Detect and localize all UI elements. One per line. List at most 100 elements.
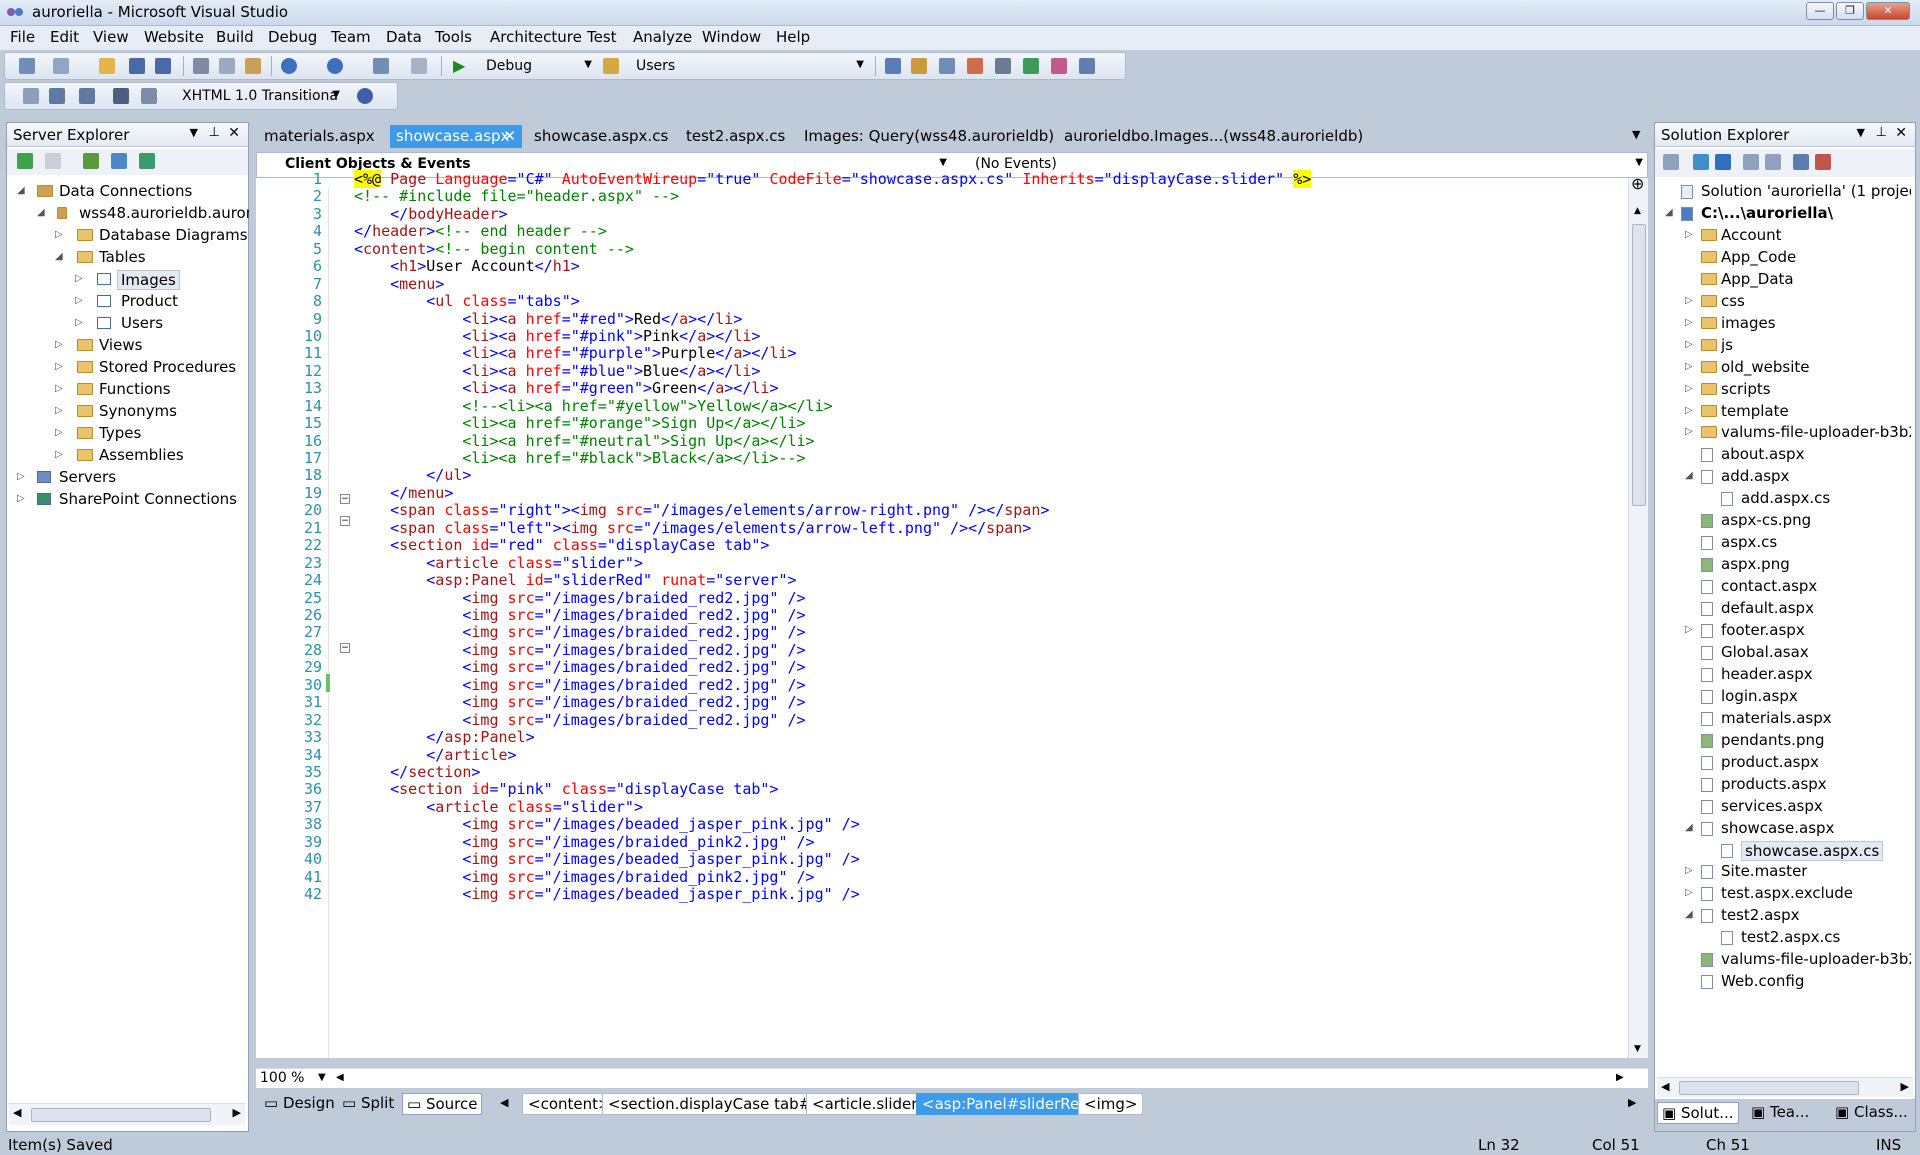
zoom-dropdown-icon[interactable]: ▼	[318, 1072, 326, 1083]
solution-tree-item[interactable]: product.aspx	[1721, 753, 1819, 771]
tab-images-table[interactable]: aurorieldbo.Images...(wss48.aurorieldb)	[1058, 125, 1369, 148]
solution-tree-item[interactable]: valums-file-uploader-b3b20	[1721, 950, 1911, 968]
expand-triangle-icon[interactable]: ◢	[37, 207, 45, 218]
expand-triangle-icon[interactable]: ▷	[1685, 229, 1693, 240]
chevron-down-icon[interactable]: ▼	[1857, 126, 1865, 139]
expand-triangle-icon[interactable]: ▷	[1685, 865, 1693, 876]
tab-team-explorer[interactable]: ▣ Tea...	[1747, 1102, 1813, 1124]
check-accessibility-icon[interactable]	[357, 88, 373, 104]
solution-tree-item[interactable]: js	[1721, 336, 1733, 354]
solution-tree-item[interactable]: App_Data	[1721, 270, 1794, 288]
solution-tree-item[interactable]: Site.master	[1721, 862, 1807, 880]
scroll-left-icon[interactable]: ◀	[13, 1106, 21, 1119]
solution-tree-item[interactable]: Web.config	[1721, 972, 1804, 990]
code-editor[interactable]: − − − 1 <%@ Page Language="C#" AutoEventW…	[256, 170, 1648, 1058]
expand-triangle-icon[interactable]: ▷	[1685, 426, 1693, 437]
scroll-right-icon[interactable]: ▶	[233, 1106, 241, 1119]
tree-item-sharepoint-connections[interactable]: SharePoint Connections	[59, 490, 237, 508]
tab-showcase-aspx[interactable]: showcase.aspx ✕	[390, 125, 522, 148]
expand-triangle-icon[interactable]: ▷	[55, 339, 63, 350]
expand-triangle-icon[interactable]: ▷	[55, 383, 63, 394]
vertical-scrollbar[interactable]: ⊕ ▲ ▼	[1628, 174, 1648, 1058]
minimize-button[interactable]: —	[1806, 2, 1834, 20]
tree-item-stored-procedures[interactable]: Stored Procedures	[99, 358, 236, 376]
view-code-icon[interactable]	[1743, 154, 1759, 170]
solution-tree-item[interactable]: login.aspx	[1721, 687, 1798, 705]
menu-team[interactable]: Team	[331, 28, 371, 46]
tree-item-synonyms[interactable]: Synonyms	[99, 402, 177, 420]
asp-net-configuration-icon[interactable]	[1815, 154, 1831, 170]
restore-button[interactable]: ❐	[1836, 2, 1864, 20]
source-view-button[interactable]: ▭ Source	[402, 1093, 483, 1115]
tree-item-product[interactable]: Product	[121, 292, 178, 310]
split-editor-icon[interactable]: ⊕	[1631, 174, 1644, 193]
show-all-files-icon[interactable]	[1715, 154, 1731, 170]
expand-triangle-icon[interactable]: ▷	[1685, 317, 1693, 328]
uncomment-icon[interactable]	[141, 88, 157, 104]
menu-tools[interactable]: Tools	[435, 28, 472, 46]
horizontal-scrollbar[interactable]: ◀ ▶	[1657, 1077, 1913, 1097]
paste-icon[interactable]	[245, 58, 261, 74]
window-layout-icon[interactable]	[1079, 58, 1095, 74]
copy-icon[interactable]	[219, 58, 235, 74]
tab-class-view[interactable]: ▣ Class...	[1831, 1102, 1912, 1124]
solution-tree-item[interactable]: footer.aspx	[1721, 621, 1805, 639]
connect-database-icon[interactable]	[83, 153, 99, 169]
tree-item-database-diagrams[interactable]: Database Diagrams	[99, 226, 248, 244]
close-button[interactable]: ✕	[1866, 2, 1910, 20]
tab-solution-explorer[interactable]: ▣ Solut...	[1657, 1102, 1739, 1124]
menu-build[interactable]: Build	[216, 28, 254, 46]
chevron-down-icon[interactable]: ▼	[190, 126, 198, 139]
navigate-backward-icon[interactable]	[373, 58, 389, 74]
connect-sharepoint-icon[interactable]	[139, 153, 155, 169]
tree-item-connection[interactable]: wss48.aurorieldb.aurorielc	[79, 204, 249, 222]
solution-tree-item[interactable]: pendants.png	[1721, 731, 1825, 749]
horizontal-scrollbar[interactable]: ◀ ▶	[9, 1103, 245, 1125]
tools-icon[interactable]	[995, 58, 1011, 74]
properties-icon[interactable]	[911, 58, 927, 74]
solution-tree-item[interactable]: default.aspx	[1721, 599, 1814, 617]
find-in-files-icon[interactable]	[603, 58, 619, 74]
solution-tree-item[interactable]: valums-file-uploader-b3b20	[1721, 423, 1911, 441]
scroll-left-icon[interactable]: ◀	[1661, 1080, 1669, 1093]
expand-triangle-icon[interactable]: ▷	[55, 449, 63, 460]
expand-triangle-icon[interactable]: ▷	[1685, 405, 1693, 416]
nest-related-files-icon[interactable]	[1793, 154, 1809, 170]
refresh-icon[interactable]	[1693, 154, 1709, 170]
solution-tree-item[interactable]: contact.aspx	[1721, 577, 1817, 595]
expand-triangle-icon[interactable]: ◢	[17, 185, 25, 196]
expand-triangle-icon[interactable]: ▷	[1685, 383, 1693, 394]
solution-tree-item[interactable]: showcase.aspx	[1721, 819, 1834, 837]
solution-tree-item[interactable]: add.aspx	[1721, 467, 1789, 485]
solution-tree-item[interactable]: test.aspx.exclude	[1721, 884, 1853, 902]
solution-configuration-combo[interactable]: Debug ▼	[479, 55, 597, 77]
solution-tree-item[interactable]: add.aspx.cs	[1741, 489, 1830, 507]
navigate-forward-icon[interactable]	[411, 58, 427, 74]
pin-icon[interactable]: ⊥	[1876, 125, 1887, 140]
view-designer-icon[interactable]	[1765, 154, 1781, 170]
zoom-level[interactable]: 100 %	[260, 1070, 304, 1086]
solution-tree-item[interactable]: C:\...\auroriella\	[1701, 204, 1833, 222]
expand-triangle-icon[interactable]: ◢	[1685, 822, 1693, 833]
tree-item-views[interactable]: Views	[99, 336, 142, 354]
menu-architecture[interactable]: Architecture	[490, 28, 582, 46]
find-combo[interactable]: Users ▼	[629, 55, 869, 77]
expand-triangle-icon[interactable]: ▷	[75, 317, 83, 328]
indent-icon[interactable]	[49, 88, 65, 104]
menu-help[interactable]: Help	[776, 28, 810, 46]
expand-triangle-icon[interactable]: ▷	[1685, 339, 1693, 350]
expand-triangle-icon[interactable]: ▷	[17, 471, 25, 482]
add-item-icon[interactable]	[53, 58, 69, 74]
scroll-up-icon[interactable]: ▲	[1634, 206, 1641, 216]
breadcrumb-right-icon[interactable]: ▶	[1628, 1096, 1636, 1109]
menu-window[interactable]: Window	[702, 28, 761, 46]
expand-triangle-icon[interactable]: ▷	[55, 229, 63, 240]
menu-website[interactable]: Website	[144, 28, 204, 46]
scroll-down-icon[interactable]: ▼	[1634, 1044, 1641, 1054]
menu-edit[interactable]: Edit	[50, 28, 79, 46]
expand-triangle-icon[interactable]: ◢	[1685, 909, 1693, 920]
collapse-icon[interactable]: −	[340, 494, 350, 504]
expand-triangle-icon[interactable]: ▷	[75, 295, 83, 306]
scroll-left-icon[interactable]: ◀	[336, 1072, 344, 1083]
expand-triangle-icon[interactable]: ▷	[55, 361, 63, 372]
